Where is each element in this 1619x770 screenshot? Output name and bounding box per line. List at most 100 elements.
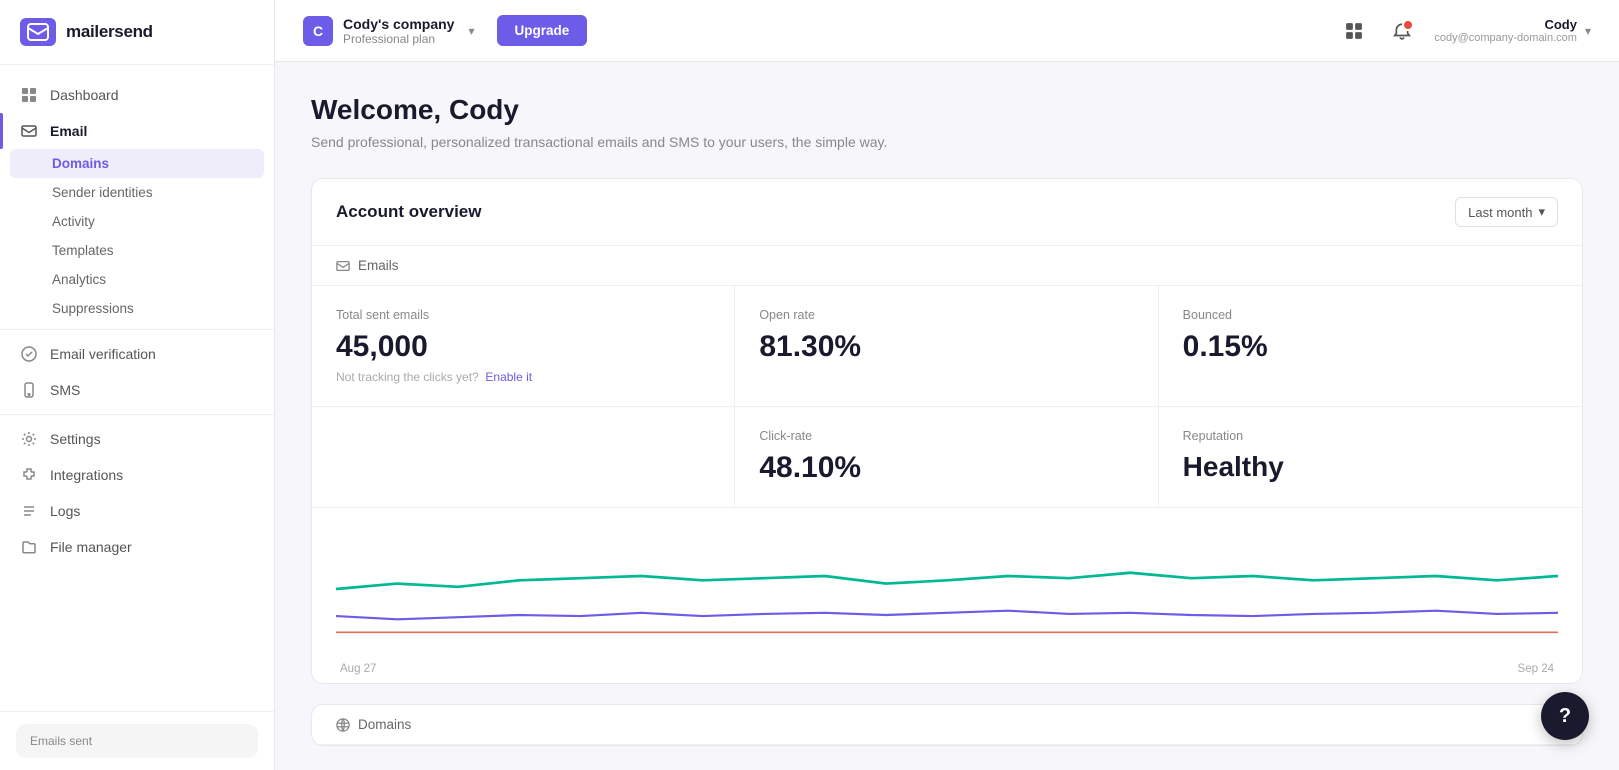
user-name: Cody (1544, 17, 1577, 32)
topbar-left: C Cody's company Professional plan ▾ Upg… (303, 15, 587, 46)
click-rate-value: 48.10% (759, 451, 1133, 485)
email-icon (20, 122, 38, 140)
total-sent-cell: Total sent emails 45,000 Not tracking th… (312, 286, 735, 406)
company-plan: Professional plan (343, 32, 454, 46)
sidebar-item-integrations[interactable]: Integrations (0, 457, 274, 493)
folder-icon (20, 538, 38, 556)
domains-section-card: Domains (311, 704, 1583, 746)
logo-svg (27, 23, 49, 41)
sidebar-sub-item-domains[interactable]: Domains (10, 149, 264, 178)
user-chevron-icon: ▾ (1585, 24, 1591, 38)
enable-it-link[interactable]: Enable it (485, 370, 532, 384)
list-icon (20, 502, 38, 520)
total-sent-sub: Not tracking the clicks yet? Enable it (336, 370, 710, 384)
sidebar-item-dashboard[interactable]: Dashboard (0, 77, 274, 113)
sidebar-nav: Dashboard Email Domains Sender identitie… (0, 65, 274, 711)
total-sent-value: 45,000 (336, 330, 710, 364)
sidebar-item-logs-label: Logs (50, 503, 80, 519)
emails-sent-widget: Emails sent (16, 724, 258, 758)
company-name: Cody's company (343, 16, 454, 32)
open-rate-cell: Open rate 81.30% (735, 286, 1158, 406)
account-overview-card: Account overview Last month ▾ Emails Tot… (311, 178, 1583, 684)
sidebar-item-email-verification-label: Email verification (50, 346, 156, 362)
no-tracking-text: Not tracking the clicks yet? (336, 370, 479, 384)
click-rate-label: Click-rate (759, 429, 1133, 443)
topbar: C Cody's company Professional plan ▾ Upg… (275, 0, 1619, 62)
sidebar-item-dashboard-label: Dashboard (50, 87, 119, 103)
puzzle-icon (20, 466, 38, 484)
email-section-icon (336, 259, 350, 273)
sidebar-sub-item-templates[interactable]: Templates (0, 236, 274, 265)
sidebar-sub-item-sender-identities-label: Sender identities (52, 185, 153, 200)
sidebar-sub-item-activity[interactable]: Activity (0, 207, 274, 236)
sidebar-sub-item-analytics-label: Analytics (52, 272, 106, 287)
sidebar-sub-item-suppressions[interactable]: Suppressions (0, 294, 274, 323)
date-range-selector[interactable]: Last month ▾ (1455, 197, 1558, 227)
sidebar: mailersend Dashboard Email Domains Sende… (0, 0, 275, 770)
chart-placeholder-cell (312, 407, 735, 507)
stats-grid: Total sent emails 45,000 Not tracking th… (312, 286, 1582, 407)
nav-divider-2 (0, 414, 274, 415)
bounced-cell: Bounced 0.15% (1159, 286, 1582, 406)
user-email: cody@company-domain.com (1434, 32, 1577, 44)
emails-section-label: Emails (312, 246, 1582, 286)
sidebar-item-settings[interactable]: Settings (0, 421, 274, 457)
notification-bell-icon[interactable] (1386, 15, 1418, 47)
company-icon: C (303, 16, 333, 46)
bounced-value: 0.15% (1183, 330, 1558, 364)
logo-text: mailersend (66, 22, 153, 42)
sidebar-item-email-verification[interactable]: Email verification (0, 336, 274, 372)
sidebar-item-sms[interactable]: SMS (0, 372, 274, 408)
sidebar-item-email-label: Email (50, 123, 87, 139)
open-rate-value: 81.30% (759, 330, 1133, 364)
sidebar-sub-item-domains-label: Domains (52, 156, 109, 171)
emails-section-label-text: Emails (358, 258, 399, 273)
domains-section-label-text: Domains (358, 717, 411, 732)
page-content: Welcome, Cody Send professional, persona… (275, 62, 1619, 770)
sidebar-item-settings-label: Settings (50, 431, 101, 447)
line-chart (336, 524, 1558, 654)
grid-view-icon[interactable] (1338, 15, 1370, 47)
chart-area: Aug 27 Sep 24 (312, 508, 1582, 683)
sidebar-sub-item-templates-label: Templates (52, 243, 114, 258)
check-circle-icon (20, 345, 38, 363)
total-sent-label: Total sent emails (336, 308, 710, 322)
date-range-chevron-icon: ▾ (1538, 204, 1545, 220)
upgrade-button[interactable]: Upgrade (497, 15, 588, 46)
bounced-label: Bounced (1183, 308, 1558, 322)
reputation-value: Healthy (1183, 451, 1558, 483)
sidebar-sub-item-sender-identities[interactable]: Sender identities (0, 178, 274, 207)
page-subtitle: Send professional, personalized transact… (311, 134, 1583, 150)
sidebar-item-file-manager[interactable]: File manager (0, 529, 274, 565)
sidebar-item-file-manager-label: File manager (50, 539, 132, 555)
company-chevron-icon[interactable]: ▾ (468, 24, 474, 38)
company-info: Cody's company Professional plan (343, 16, 454, 46)
logo-area: mailersend (0, 0, 274, 65)
phone-icon (20, 381, 38, 399)
chart-start-label: Aug 27 (340, 663, 376, 675)
sidebar-item-email[interactable]: Email (0, 113, 274, 149)
card-header: Account overview Last month ▾ (312, 179, 1582, 246)
help-button[interactable]: ? (1541, 692, 1589, 740)
sidebar-item-logs[interactable]: Logs (0, 493, 274, 529)
logo-icon (20, 18, 56, 46)
click-rate-cell: Click-rate 48.10% (735, 407, 1158, 507)
page-title: Welcome, Cody (311, 94, 1583, 126)
stats-grid-2: Click-rate 48.10% Reputation Healthy (312, 407, 1582, 508)
nav-divider-1 (0, 329, 274, 330)
globe-icon (336, 718, 350, 732)
topbar-right: Cody cody@company-domain.com ▾ (1338, 15, 1591, 47)
gear-icon (20, 430, 38, 448)
chart-labels: Aug 27 Sep 24 (336, 663, 1558, 675)
reputation-label: Reputation (1183, 429, 1558, 443)
reputation-cell: Reputation Healthy (1159, 407, 1582, 507)
help-icon: ? (1559, 705, 1571, 728)
sidebar-sub-item-analytics[interactable]: Analytics (0, 265, 274, 294)
sidebar-item-integrations-label: Integrations (50, 467, 123, 483)
sidebar-sub-item-suppressions-label: Suppressions (52, 301, 134, 316)
chart-end-label: Sep 24 (1518, 663, 1554, 675)
main-content: C Cody's company Professional plan ▾ Upg… (275, 0, 1619, 770)
user-info[interactable]: Cody cody@company-domain.com ▾ (1434, 17, 1591, 44)
open-rate-label: Open rate (759, 308, 1133, 322)
sidebar-bottom: Emails sent (0, 711, 274, 770)
